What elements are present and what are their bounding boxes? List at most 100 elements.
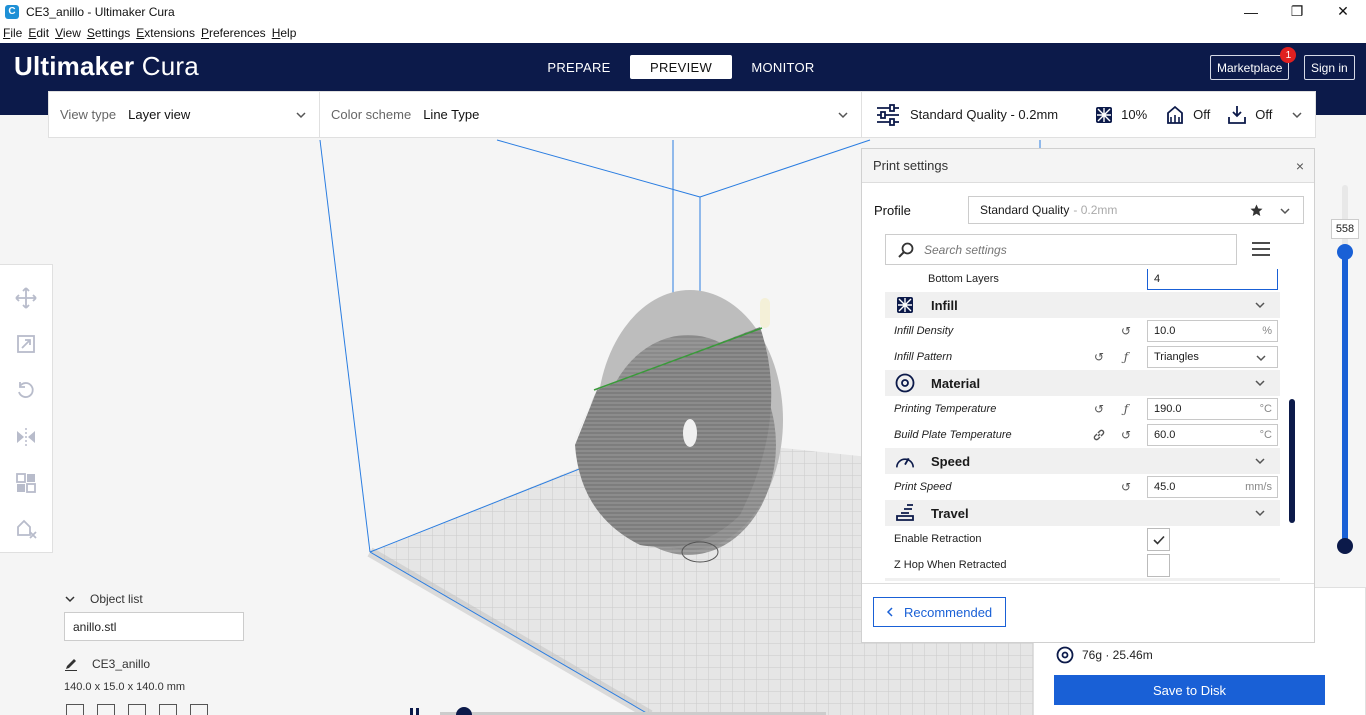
view-top-button[interactable] <box>128 704 146 715</box>
marketplace-button[interactable]: Marketplace 1 <box>1210 47 1297 80</box>
category-infill[interactable]: Infill <box>885 292 1280 318</box>
per-model-settings-button[interactable] <box>12 470 40 496</box>
title-bar: C CE3_anillo - Ultimaker Cura — ❐ ✕ <box>0 0 1366 23</box>
quality-value: Standard Quality - 0.2mm <box>910 107 1059 122</box>
color-scheme-select[interactable]: Color scheme Line Type <box>320 92 862 137</box>
tab-preview[interactable]: PREVIEW <box>630 55 732 79</box>
setting-label: Bottom Layers <box>928 273 999 285</box>
simulation-play-button[interactable] <box>410 708 424 715</box>
hamburger-menu-icon[interactable] <box>1251 241 1271 257</box>
reset-icon[interactable]: ↺ <box>1119 428 1133 442</box>
function-icon[interactable]: ƒ <box>1119 350 1133 364</box>
view-type-select[interactable]: View type Layer view <box>49 92 320 137</box>
speedometer-icon <box>895 451 915 471</box>
mirror-tool-button[interactable] <box>12 424 40 450</box>
category-travel[interactable]: Travel <box>885 500 1280 526</box>
function-icon[interactable]: ƒ <box>1119 402 1133 416</box>
setting-printing-temperature: Printing Temperature ↺ ƒ 190.0 °C <box>885 396 1280 422</box>
save-to-disk-button[interactable]: Save to Disk <box>1054 675 1325 705</box>
search-settings-input[interactable] <box>924 242 1214 257</box>
close-panel-button[interactable]: × <box>1296 158 1304 174</box>
maximize-button[interactable]: ❐ <box>1274 0 1320 23</box>
setting-build-plate-temperature: Build Plate Temperature ↺ 60.0 °C <box>885 422 1280 448</box>
menu-file[interactable]: File <box>3 26 22 40</box>
per-model-settings-icon <box>16 472 36 493</box>
object-list-item[interactable]: anillo.stl <box>64 612 244 641</box>
brand-light: Cura <box>141 51 199 81</box>
chevron-down-icon <box>1256 355 1266 362</box>
reset-icon[interactable]: ↺ <box>1119 480 1133 494</box>
window-controls: — ❐ ✕ <box>1228 0 1366 23</box>
setting-label: Infill Pattern <box>894 351 953 363</box>
support-value: Off <box>1193 107 1211 122</box>
menu-help[interactable]: Help <box>272 26 297 40</box>
settings-scrollbar[interactable] <box>1289 399 1295 523</box>
view-front-button[interactable] <box>97 704 115 715</box>
chevron-down-icon <box>1292 112 1302 119</box>
link-icon[interactable] <box>1092 428 1106 442</box>
setting-unit: °C <box>1259 403 1272 415</box>
chevron-down-icon <box>1280 208 1290 215</box>
layer-slider-top-handle[interactable] <box>1337 244 1353 260</box>
z-hop-checkbox[interactable] <box>1147 554 1170 577</box>
close-window-button[interactable]: ✕ <box>1320 0 1366 23</box>
chevron-down-icon <box>1255 302 1265 309</box>
view-left-button[interactable] <box>159 704 177 715</box>
setting-unit: % <box>1262 325 1272 337</box>
print-setup-selector[interactable]: Standard Quality - 0.2mm 10% Off Off <box>862 92 1315 137</box>
setting-label: Z Hop When Retracted <box>894 559 1007 571</box>
infill-density-input[interactable]: 10.0 % <box>1147 320 1278 342</box>
tool-bar <box>0 264 53 553</box>
profile-select[interactable]: Standard Quality - 0.2mm <box>968 196 1304 224</box>
setting-value: 10.0 <box>1154 325 1176 337</box>
marketplace-badge: 1 <box>1280 47 1297 63</box>
tab-prepare[interactable]: PREPARE <box>528 55 630 79</box>
scale-tool-button[interactable] <box>12 331 40 357</box>
build-plate-temperature-input[interactable]: 60.0 °C <box>1147 424 1278 446</box>
printing-temperature-input[interactable]: 190.0 °C <box>1147 398 1278 420</box>
minimize-button[interactable]: — <box>1228 0 1274 23</box>
menu-settings[interactable]: Settings <box>87 26 130 40</box>
reset-icon[interactable]: ↺ <box>1092 350 1106 364</box>
menu-edit[interactable]: Edit <box>28 26 49 40</box>
category-cooling-partial[interactable] <box>885 578 1280 581</box>
menu-extensions[interactable]: Extensions <box>136 26 195 40</box>
object-list: Object list anillo.stl CE3_anillo 140.0 … <box>64 592 264 693</box>
settings-list[interactable]: Bottom Layers 4 Infill Infill Density ↺ … <box>885 269 1280 581</box>
chevron-down-icon <box>296 112 306 119</box>
bottom-layers-input[interactable]: 4 <box>1147 269 1278 290</box>
reset-icon[interactable]: ↺ <box>1119 324 1133 338</box>
support-blocker-button[interactable] <box>12 516 40 542</box>
category-material[interactable]: Material <box>885 370 1280 396</box>
layer-slider-bottom-handle[interactable] <box>1337 538 1353 554</box>
print-speed-input[interactable]: 45.0 mm/s <box>1147 476 1278 498</box>
tab-monitor[interactable]: MONITOR <box>732 55 834 79</box>
move-tool-button[interactable] <box>12 285 40 311</box>
setting-unit: mm/s <box>1245 481 1272 493</box>
profile-value: Standard Quality <box>980 203 1070 217</box>
print-settings-header: Print settings × <box>862 149 1314 183</box>
setting-value: 60.0 <box>1154 429 1176 441</box>
profile-subtitle: - 0.2mm <box>1073 203 1118 217</box>
infill-icon <box>1096 106 1113 123</box>
sign-in-label: Sign in <box>1311 60 1348 75</box>
job-name[interactable]: CE3_anillo <box>64 657 264 671</box>
infill-pattern-select[interactable]: Triangles <box>1147 346 1278 368</box>
sign-in-button[interactable]: Sign in <box>1304 55 1355 80</box>
menu-preferences[interactable]: Preferences <box>201 26 266 40</box>
recommended-button[interactable]: Recommended <box>873 597 1006 627</box>
setting-label: Enable Retraction <box>894 533 982 545</box>
menu-view[interactable]: View <box>55 26 81 40</box>
enable-retraction-checkbox[interactable] <box>1147 528 1170 551</box>
rotate-tool-button[interactable] <box>12 377 40 403</box>
category-speed[interactable]: Speed <box>885 448 1280 474</box>
reset-icon[interactable]: ↺ <box>1092 402 1106 416</box>
view-right-button[interactable] <box>190 704 208 715</box>
object-list-toggle[interactable]: Object list <box>64 592 264 606</box>
setting-enable-retraction: Enable Retraction <box>885 526 1280 552</box>
brand-logo: Ultimaker Cura <box>14 51 199 82</box>
sliders-icon <box>877 103 899 126</box>
current-layer-input[interactable]: 558 <box>1331 219 1359 239</box>
view-3d-button[interactable] <box>66 704 84 715</box>
star-icon[interactable] <box>1250 204 1263 217</box>
